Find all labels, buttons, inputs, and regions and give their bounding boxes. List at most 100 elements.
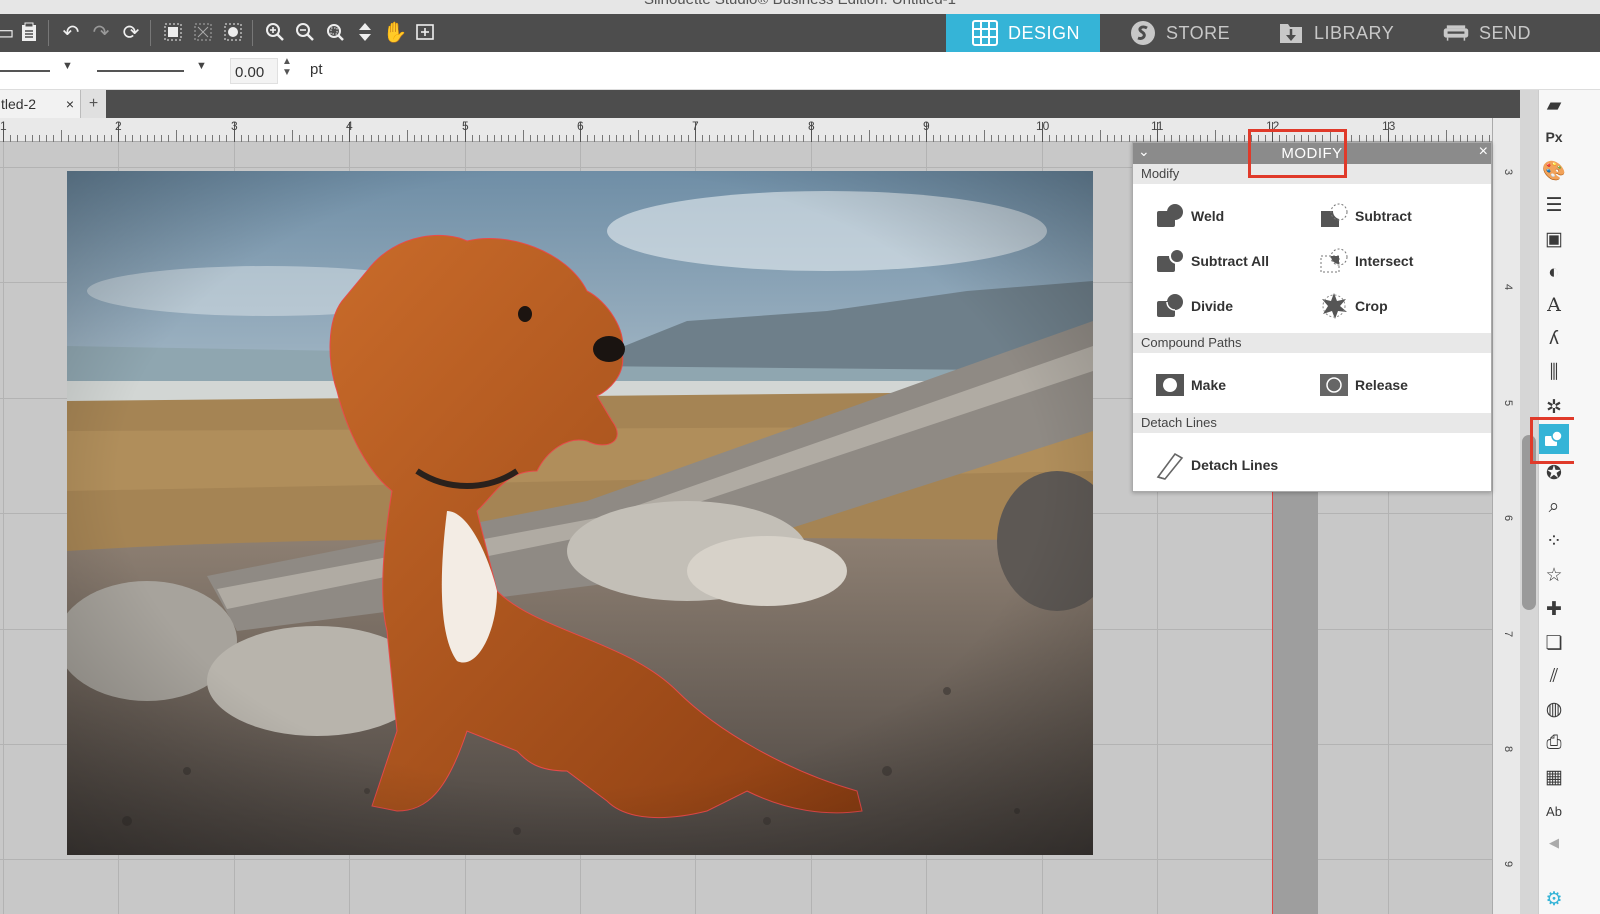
weld-button[interactable]: Weld (1155, 201, 1224, 231)
ruler-minor-tick (219, 135, 220, 142)
rhinestone-icon[interactable]: ⁘ (1539, 526, 1569, 556)
trace-icon[interactable]: ⌕ (1539, 492, 1569, 522)
document-tab[interactable]: tled-2 × (0, 90, 80, 118)
clipboard-icon[interactable] (16, 18, 42, 46)
library-stack-icon[interactable]: ❏ (1539, 628, 1569, 658)
ruler-minor-tick (428, 135, 429, 142)
text-style-icon[interactable]: A (1539, 290, 1569, 320)
ruler-minor-tick (1229, 135, 1230, 142)
ruler-minor-tick (1366, 135, 1367, 142)
divide-button[interactable]: Divide (1155, 291, 1233, 321)
release-compound-button[interactable]: Release (1319, 370, 1408, 400)
fill-palette-icon[interactable]: 🎨 (1539, 156, 1569, 186)
warp-grid-icon[interactable]: ▦ (1539, 762, 1569, 792)
add-page-icon[interactable] (412, 18, 438, 46)
ruler-minor-tick (501, 135, 502, 142)
sketch-icon[interactable]: ʎ (1539, 324, 1569, 354)
ruler-minor-tick (905, 135, 906, 142)
image-effects-icon[interactable]: ▣ (1539, 224, 1569, 254)
ruler-minor-tick (630, 135, 631, 142)
ruler-minor-tick (1121, 135, 1122, 142)
ungroup-icon[interactable] (190, 18, 216, 46)
line-width-stepper[interactable]: ▲ ▼ (282, 56, 292, 78)
sidebar-modify-highlight (1530, 417, 1574, 464)
page-setup-icon[interactable]: ▰ (1539, 90, 1569, 120)
sketch-fill-icon[interactable]: ⫽ (1539, 662, 1569, 692)
ruler-minor-tick (638, 130, 639, 142)
ruler-minor-tick (674, 135, 675, 142)
settings-gear-icon[interactable]: ⚙ (1539, 884, 1569, 914)
font-manager-icon[interactable]: Ab (1539, 796, 1569, 826)
dog-photo-image[interactable] (67, 171, 1093, 855)
redo-icon[interactable]: ↷ (88, 18, 114, 46)
ruler-minor-tick (1475, 135, 1476, 142)
toolbar-separator (48, 20, 49, 46)
close-tab-icon[interactable]: × (66, 96, 74, 112)
subtract-button[interactable]: Subtract (1319, 201, 1412, 231)
pixscan-icon[interactable]: Px (1539, 122, 1569, 152)
tab-library[interactable]: LIBRARY (1278, 14, 1394, 52)
ruler-minor-tick (1431, 135, 1432, 142)
vertical-ruler[interactable]: 3 4 5 6 7 8 9 (1492, 118, 1520, 914)
ruler-minor-tick (1380, 135, 1381, 142)
detach-lines-button[interactable]: Detach Lines (1155, 450, 1278, 480)
ruler-minor-tick (969, 135, 970, 142)
tab-store[interactable]: STORE (1130, 14, 1230, 52)
tab-design[interactable]: DESIGN (946, 14, 1100, 52)
align-icon[interactable]: ⫼ (1539, 358, 1569, 388)
fit-to-page-icon[interactable] (352, 18, 378, 46)
ruler-minor-tick (183, 135, 184, 142)
compound-icon[interactable] (220, 18, 246, 46)
group-icon[interactable] (160, 18, 186, 46)
ruler-number: 5 (462, 119, 469, 133)
transparency-icon[interactable]: ◐ (1539, 258, 1569, 288)
web-globe-icon[interactable]: ◍ (1539, 694, 1569, 724)
close-panel-icon[interactable]: × (1479, 143, 1488, 161)
zoom-out-icon[interactable] (292, 18, 318, 46)
ruler-minor-tick (407, 130, 408, 142)
add-tab-button[interactable]: + (80, 90, 106, 118)
intersect-label: Intersect (1355, 253, 1414, 269)
ruler-minor-tick (90, 135, 91, 142)
ruler-minor-tick (1446, 130, 1447, 142)
ruler-minor-tick (702, 135, 703, 142)
make-compound-button[interactable]: Make (1155, 370, 1226, 400)
collapse-sidebar-icon[interactable]: ◀ (1539, 828, 1569, 858)
star-icon[interactable]: ☆ (1539, 560, 1569, 590)
ruler-minor-tick (1417, 135, 1418, 142)
ruler-number: 10 (1036, 119, 1050, 133)
subtract-all-button[interactable]: Subtract All (1155, 246, 1269, 276)
line-style-icon[interactable]: ☰ (1539, 190, 1569, 220)
zoom-in-icon[interactable] (262, 18, 288, 46)
ruler-minor-tick (161, 135, 162, 142)
ruler-minor-tick (443, 135, 444, 142)
detach-lines-label: Detach Lines (1191, 457, 1279, 473)
ruler-minor-tick (1107, 135, 1108, 142)
intersect-button[interactable]: Intersect (1319, 246, 1413, 276)
tab-send[interactable]: SEND (1443, 14, 1531, 52)
line-style-dropdown-icon[interactable]: ▼ (62, 60, 73, 72)
ruler-minor-tick (1049, 135, 1050, 142)
ruler-minor-tick (371, 135, 372, 142)
ruler-minor-tick (738, 135, 739, 142)
ruler-minor-tick (75, 135, 76, 142)
pan-hand-icon[interactable]: ✋ (382, 18, 408, 46)
ruler-minor-tick (840, 135, 841, 142)
puzzle-icon[interactable]: ✚ (1539, 594, 1569, 624)
crop-button[interactable]: Crop (1319, 291, 1388, 321)
ruler-minor-tick (948, 135, 949, 142)
refresh-icon[interactable]: ⟳ (118, 18, 144, 46)
line-type-dropdown-icon[interactable]: ▼ (196, 60, 207, 72)
ruler-minor-tick (1453, 135, 1454, 142)
ruler-number: 9 (923, 119, 930, 133)
vertical-scrollbar[interactable] (1520, 90, 1538, 914)
zoom-select-icon[interactable] (322, 18, 348, 46)
ruler-minor-tick (399, 135, 400, 142)
ruler-minor-tick (421, 135, 422, 142)
ruler-minor-tick (328, 135, 329, 142)
ruler-minor-tick (991, 135, 992, 142)
print-cut-icon[interactable]: ⎙ (1539, 728, 1569, 758)
ruler-minor-tick (205, 135, 206, 142)
line-width-input[interactable]: 0.00 (230, 58, 278, 84)
undo-icon[interactable]: ↶ (58, 18, 84, 46)
